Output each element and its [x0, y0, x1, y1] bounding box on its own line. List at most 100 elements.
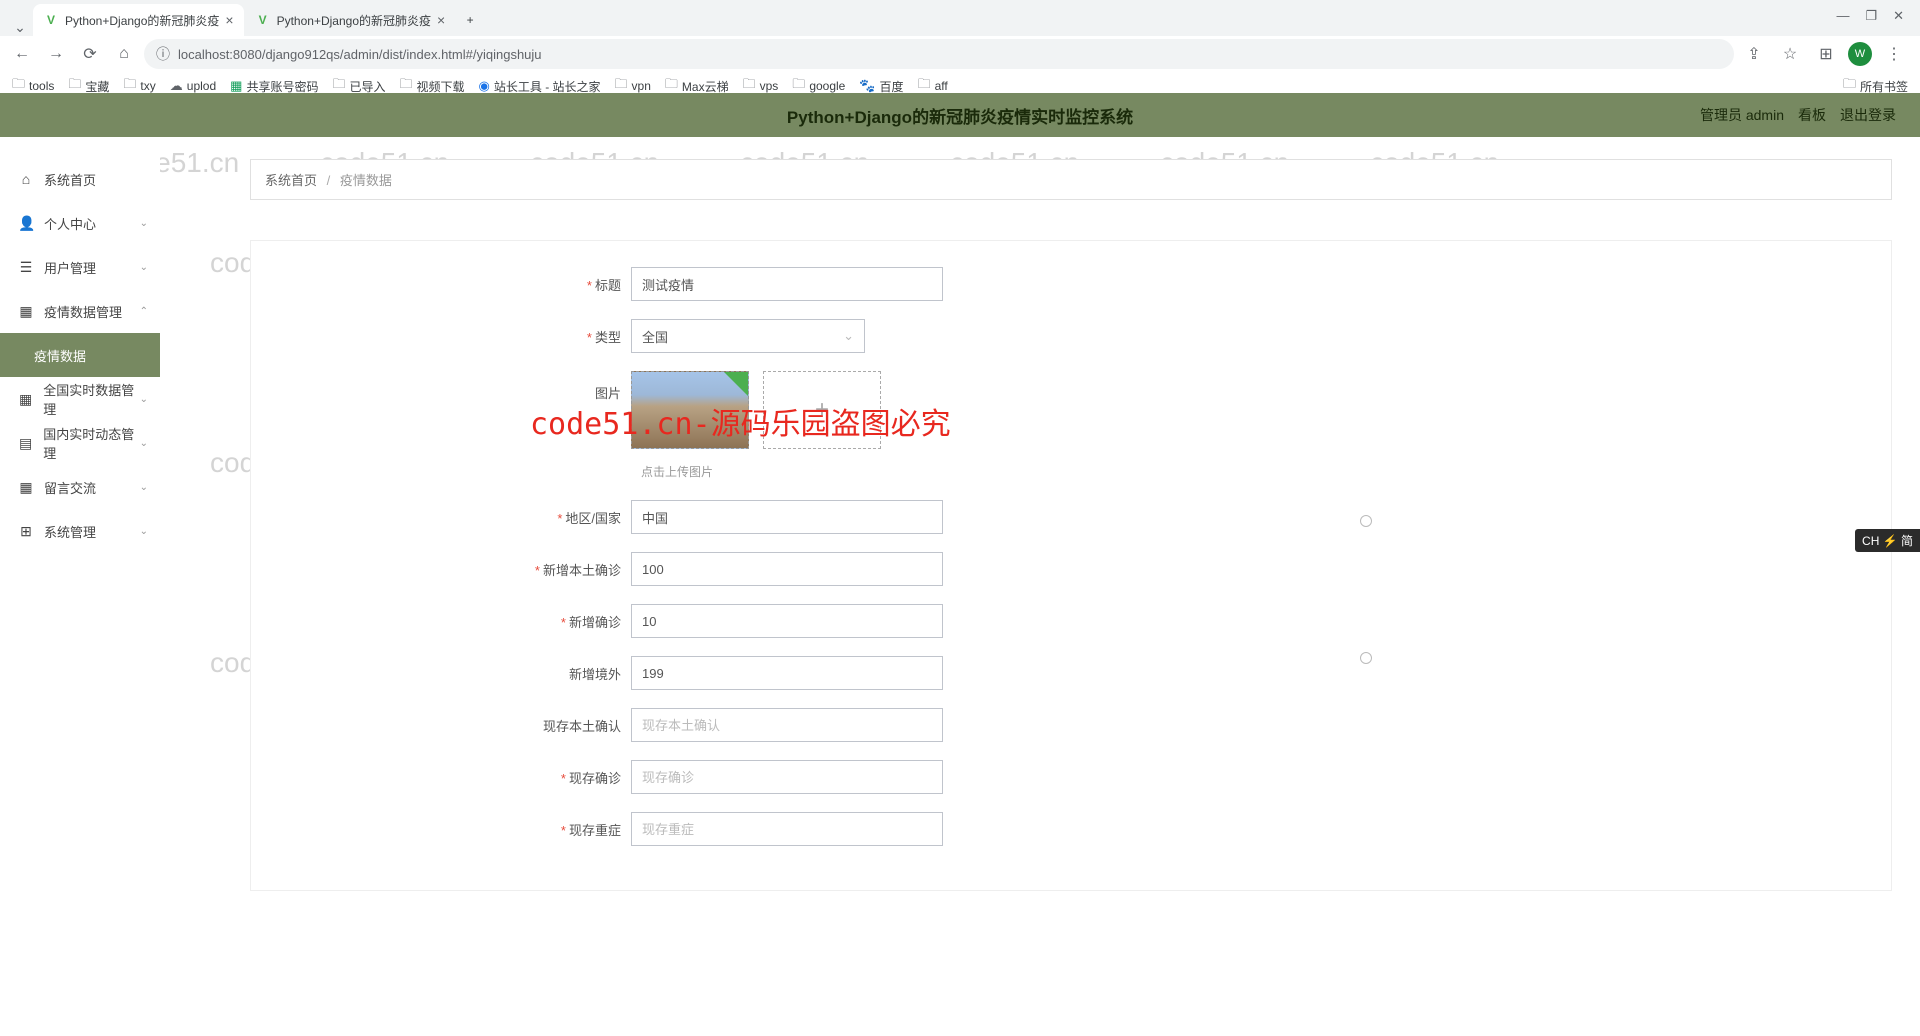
type-select[interactable]: 全国⌄	[631, 319, 865, 353]
chevron-down-icon: ⌄	[140, 438, 148, 449]
share-icon[interactable]: ⇪	[1740, 40, 1768, 68]
breadcrumb: 系统首页 / 疫情数据	[250, 159, 1892, 200]
form-panel: *标题 *类型 全国⌄ 图片 + 点击上传图片 *地区/国家	[250, 240, 1892, 891]
main-content: 系统首页 / 疫情数据 *标题 *类型 全国⌄ 图片 +	[160, 137, 1920, 1036]
sidebar-item-home[interactable]: ⌂系统首页	[0, 157, 160, 201]
link-icon: ◉	[479, 78, 490, 94]
grid-icon: ▦	[18, 391, 33, 408]
ime-indicator[interactable]: CH ⚡ 简	[1855, 529, 1920, 552]
extensions-icon[interactable]: ⊞	[1812, 40, 1840, 68]
favicon-icon: V	[255, 12, 271, 28]
close-icon[interactable]: ×	[437, 12, 445, 28]
chevron-down-icon: ⌄	[140, 262, 148, 273]
bookmark-icon[interactable]: ☆	[1776, 40, 1804, 68]
bookmark-item[interactable]: ☁uplod	[170, 78, 216, 94]
dashboard-link[interactable]: 看板	[1798, 105, 1826, 125]
new-abroad-input[interactable]	[631, 656, 943, 690]
chevron-down-icon: ⌄	[140, 482, 148, 493]
menu-icon: ☰	[18, 259, 34, 276]
exist-confirm-label: *现存确诊	[251, 768, 631, 787]
user-icon: 👤	[18, 215, 34, 232]
baidu-icon: 🐾	[859, 78, 875, 94]
region-input[interactable]	[631, 500, 943, 534]
cloud-icon: ☁	[170, 78, 183, 94]
header-actions: 管理员 admin 看板 退出登录	[1700, 105, 1896, 125]
site-info-icon[interactable]: ⓘ	[156, 44, 170, 64]
bookmark-item[interactable]: ▦共享账号密码	[230, 78, 318, 95]
exist-confirm-input[interactable]	[631, 760, 943, 794]
chevron-down-icon: ⌄	[140, 218, 148, 229]
back-button[interactable]: ←	[8, 40, 36, 68]
app-root: Python+Django的新冠肺炎疫情实时监控系统 管理员 admin 看板 …	[0, 93, 1920, 1036]
sidebar-item-users[interactable]: ☰用户管理⌄	[0, 245, 160, 289]
bookmark-item[interactable]: ◉站长工具 - 站长之家	[479, 78, 601, 95]
chevron-up-icon: ⌃	[140, 306, 148, 317]
tab-strip: ⌄ V Python+Django的新冠肺炎疫 × V Python+Djang…	[0, 0, 1920, 36]
chevron-down-icon: ⌄	[140, 526, 148, 537]
tab-title: Python+Django的新冠肺炎疫	[277, 12, 431, 29]
address-row: ← → ⟳ ⌂ ⓘ localhost:8080/django912qs/adm…	[0, 36, 1920, 72]
sidebar-item-epidemic-data-mgr[interactable]: ▦疫情数据管理⌃	[0, 289, 160, 333]
sidebar: ⌂系统首页 👤个人中心⌄ ☰用户管理⌄ ▦疫情数据管理⌃ 疫情数据 ▦全国实时数…	[0, 137, 160, 1036]
exist-local-label: 现存本土确认	[251, 716, 631, 735]
new-confirm-label: *新增确诊	[251, 612, 631, 631]
new-tab-button[interactable]: +	[456, 4, 484, 36]
exist-local-input[interactable]	[631, 708, 943, 742]
profile-avatar[interactable]: W	[1848, 42, 1872, 66]
url-text: localhost:8080/django912qs/admin/dist/in…	[178, 47, 542, 62]
tab-title: Python+Django的新冠肺炎疫	[65, 12, 219, 29]
title-label: *标题	[251, 275, 631, 294]
type-label: *类型	[251, 327, 631, 346]
exist-severe-label: *现存重症	[251, 820, 631, 839]
region-label: *地区/国家	[251, 508, 631, 527]
local-new-input[interactable]	[631, 552, 943, 586]
home-icon: ⌂	[18, 171, 34, 187]
close-icon[interactable]: ×	[225, 12, 233, 28]
new-confirm-input[interactable]	[631, 604, 943, 638]
close-button[interactable]: ✕	[1893, 8, 1904, 24]
page-title: Python+Django的新冠肺炎疫情实时监控系统	[787, 103, 1133, 128]
chevron-down-icon: ⌄	[843, 328, 854, 344]
sidebar-item-system-mgr[interactable]: ⊞系统管理⌄	[0, 509, 160, 553]
sheet-icon: ▦	[230, 78, 242, 94]
max-button[interactable]: ❐	[1865, 8, 1877, 24]
breadcrumb-current: 疫情数据	[340, 173, 392, 188]
chevron-down-icon: ⌄	[140, 394, 148, 405]
radio-mark	[1360, 652, 1372, 664]
exist-severe-input[interactable]	[631, 812, 943, 846]
user-label[interactable]: 管理员 admin	[1700, 105, 1784, 125]
browser-chrome: — ❐ ✕ ⌄ V Python+Django的新冠肺炎疫 × V Python…	[0, 0, 1920, 93]
window-controls: — ❐ ✕	[1824, 4, 1916, 28]
add-image-button[interactable]: +	[763, 371, 881, 449]
address-bar[interactable]: ⓘ localhost:8080/django912qs/admin/dist/…	[144, 39, 1734, 69]
sidebar-item-epidemic-data[interactable]: 疫情数据	[0, 333, 160, 377]
grid-icon: ▦	[18, 303, 34, 320]
uploaded-image-thumb[interactable]	[631, 371, 749, 449]
grid-icon: ⊞	[18, 523, 34, 540]
bookmark-item[interactable]: 🐾百度	[859, 78, 903, 95]
new-abroad-label: 新增境外	[251, 664, 631, 683]
home-button[interactable]: ⌂	[110, 40, 138, 68]
upload-hint: 点击上传图片	[641, 463, 1891, 480]
menu-icon[interactable]: ⋮	[1880, 40, 1908, 68]
grid-icon: ▦	[18, 479, 34, 496]
favicon-icon: V	[43, 12, 59, 28]
doc-icon: ▤	[18, 435, 33, 452]
image-label: 图片	[251, 371, 631, 402]
sidebar-item-domestic-realtime[interactable]: ▤国内实时动态管理⌄	[0, 421, 160, 465]
logout-link[interactable]: 退出登录	[1840, 105, 1896, 125]
local-new-label: *新增本土确诊	[251, 560, 631, 579]
title-input[interactable]	[631, 267, 943, 301]
sidebar-item-messages[interactable]: ▦留言交流⌄	[0, 465, 160, 509]
breadcrumb-home[interactable]: 系统首页	[265, 173, 317, 188]
radio-mark	[1360, 515, 1372, 527]
sidebar-item-national-realtime[interactable]: ▦全国实时数据管理⌄	[0, 377, 160, 421]
tab-search-button[interactable]: ⌄	[8, 19, 32, 36]
forward-button[interactable]: →	[42, 40, 70, 68]
browser-tab-active[interactable]: V Python+Django的新冠肺炎疫 ×	[33, 4, 244, 36]
sidebar-item-profile[interactable]: 👤个人中心⌄	[0, 201, 160, 245]
browser-tab-inactive[interactable]: V Python+Django的新冠肺炎疫 ×	[245, 4, 456, 36]
app-header: Python+Django的新冠肺炎疫情实时监控系统 管理员 admin 看板 …	[0, 93, 1920, 137]
reload-button[interactable]: ⟳	[76, 40, 104, 68]
min-button[interactable]: —	[1836, 8, 1849, 24]
